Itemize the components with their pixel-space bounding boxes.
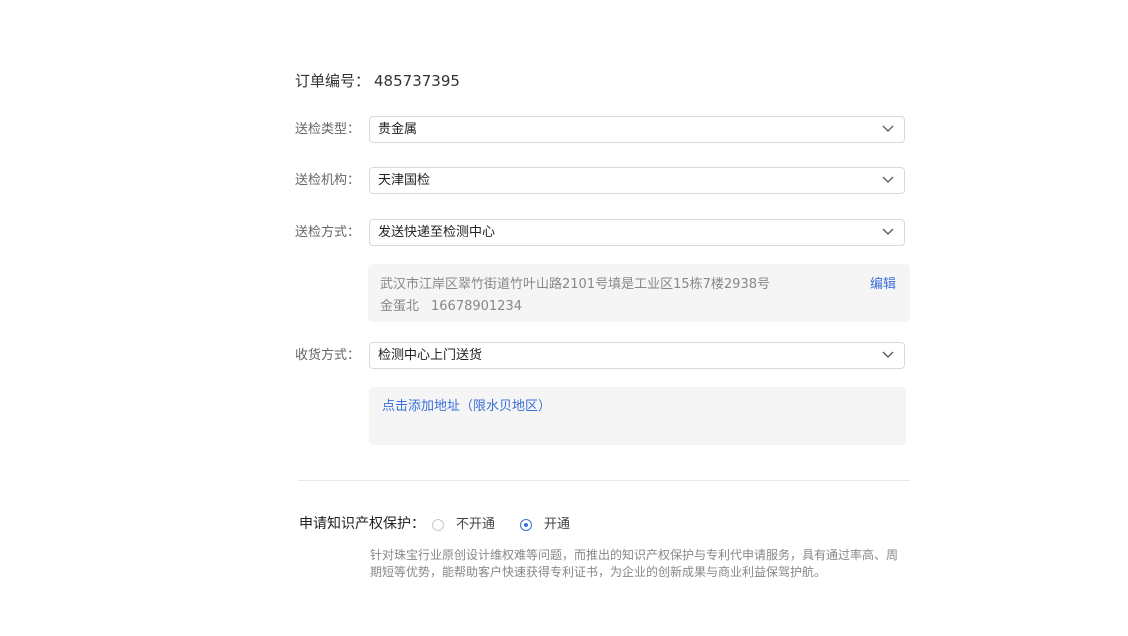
radio-checked-icon bbox=[520, 519, 532, 531]
order-number-label: 订单编号： bbox=[295, 72, 371, 90]
inspection-type-select[interactable]: 贵金属 bbox=[369, 116, 905, 143]
chevron-down-icon bbox=[882, 125, 894, 132]
order-number: 订单编号： 485737395 bbox=[295, 70, 460, 92]
inspection-agency-value: 天津国检 bbox=[378, 173, 431, 188]
contact-name: 金蛋北 bbox=[380, 299, 420, 314]
address-line: 武汉市江岸区翠竹街道竹叶山路2101号填是工业区15栋7楼2938号 bbox=[380, 277, 770, 292]
order-number-value: 485737395 bbox=[374, 72, 460, 90]
edit-address-link[interactable]: 编辑 bbox=[870, 276, 896, 294]
inspection-method-label: 送检方式： bbox=[295, 225, 361, 240]
address-contact: 金蛋北 16678901234 bbox=[380, 298, 522, 316]
section-divider bbox=[298, 480, 910, 481]
ip-protection-description: 针对珠宝行业原创设计维权难等问题，而推出的知识产权保护与专利代申请服务，具有通过… bbox=[370, 548, 899, 579]
inspection-type-value: 贵金属 bbox=[378, 122, 418, 137]
ip-option-off-label: 不开通 bbox=[456, 517, 496, 532]
ip-protection-option-on[interactable]: 开通 bbox=[520, 517, 570, 533]
chevron-down-icon bbox=[882, 228, 894, 235]
ip-option-on-label: 开通 bbox=[544, 517, 571, 532]
add-address-link[interactable]: 点击添加地址（限水贝地区） bbox=[382, 398, 551, 416]
radio-unchecked-icon bbox=[432, 519, 444, 531]
inspection-method-select[interactable]: 发送快递至检测中心 bbox=[369, 219, 905, 246]
order-form-page: 订单编号： 485737395 送检类型： 贵金属 送检机构： 天津国检 送检方式… bbox=[0, 0, 1128, 636]
inspection-agency-label: 送检机构： bbox=[295, 173, 361, 188]
receipt-method-value: 检测中心上门送货 bbox=[378, 348, 483, 363]
ip-protection-option-off[interactable]: 不开通 bbox=[432, 517, 495, 533]
inspection-type-label: 送检类型： bbox=[295, 122, 361, 137]
contact-phone: 16678901234 bbox=[431, 299, 522, 314]
inspection-agency-select[interactable]: 天津国检 bbox=[369, 167, 905, 194]
receipt-method-select[interactable]: 检测中心上门送货 bbox=[369, 342, 905, 369]
ip-protection-label: 申请知识产权保护： bbox=[299, 516, 425, 532]
receipt-method-label: 收货方式： bbox=[295, 348, 361, 363]
chevron-down-icon bbox=[882, 176, 894, 183]
add-address-panel: 点击添加地址（限水贝地区） bbox=[369, 387, 906, 445]
inspection-method-value: 发送快递至检测中心 bbox=[378, 225, 496, 240]
chevron-down-icon bbox=[882, 351, 894, 358]
shipping-address-card: 武汉市江岸区翠竹街道竹叶山路2101号填是工业区15栋7楼2938号 编辑 金蛋… bbox=[368, 264, 910, 322]
